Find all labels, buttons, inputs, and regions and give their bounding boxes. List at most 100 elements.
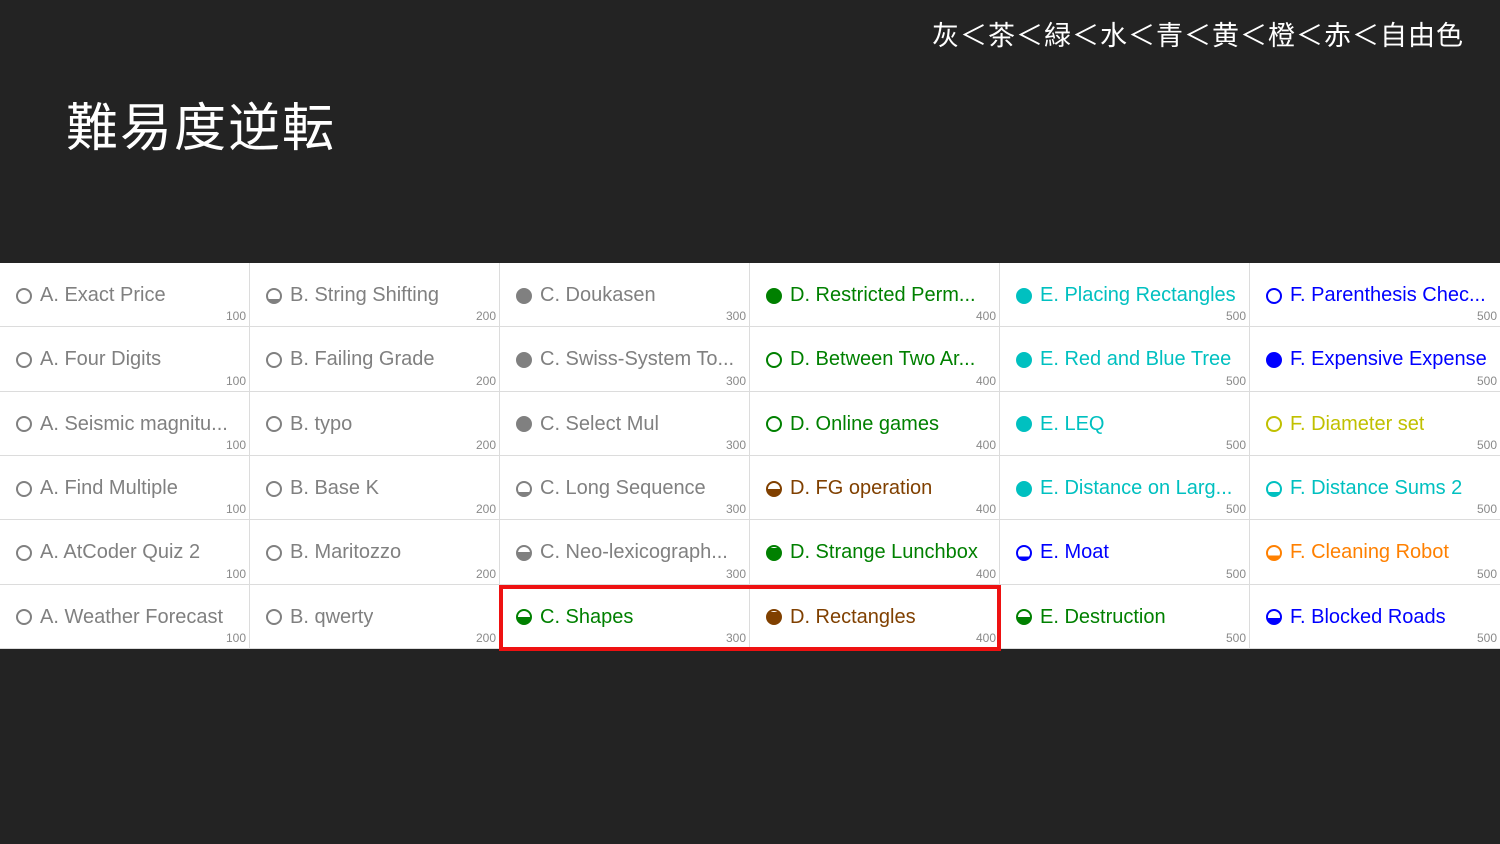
difficulty-circle-icon <box>1016 416 1032 433</box>
problem-cell[interactable]: F. Parenthesis Chec... 500 <box>1250 263 1500 328</box>
problem-link[interactable]: D. FG operation <box>766 477 985 500</box>
problem-cell[interactable]: B. Maritozzo 200 <box>250 520 500 585</box>
problem-link[interactable]: D. Between Two Ar... <box>766 348 985 371</box>
problem-cell[interactable]: E. Destruction 500 <box>1000 584 1250 649</box>
problem-points: 500 <box>1476 566 1497 581</box>
problem-name: F. Parenthesis Chec... <box>1290 284 1486 306</box>
problem-name: B. Base K <box>290 477 379 499</box>
problem-link[interactable]: D. Strange Lunchbox <box>766 541 985 564</box>
problem-link[interactable]: B. typo <box>266 413 485 436</box>
problem-cell[interactable]: E. Red and Blue Tree 500 <box>1000 327 1250 392</box>
problem-name: C. Shapes <box>540 605 634 628</box>
problem-cell[interactable]: A. Four Digits 100 <box>0 327 250 392</box>
problem-link[interactable]: A. Seismic magnitu... <box>16 413 235 436</box>
problem-cell[interactable]: F. Blocked Roads 500 <box>1250 585 1500 649</box>
problem-link[interactable]: A. AtCoder Quiz 2 <box>16 541 235 564</box>
problem-cell[interactable]: D. Restricted Perm... 400 <box>750 263 1000 328</box>
problem-link[interactable]: F. Cleaning Robot <box>1266 541 1486 564</box>
problem-link[interactable]: E. LEQ <box>1016 413 1235 436</box>
problem-link[interactable]: B. Maritozzo <box>266 541 485 564</box>
problem-link[interactable]: E. Moat <box>1016 541 1235 564</box>
problem-points: 500 <box>1476 502 1497 517</box>
problem-link[interactable]: C. Select Mul <box>516 413 735 436</box>
problem-cell[interactable]: B. qwerty 200 <box>250 584 500 649</box>
problem-cell[interactable]: A. Weather Forecast 100 <box>0 584 250 649</box>
problem-cell[interactable]: C. Select Mul 300 <box>500 391 750 456</box>
problem-name: A. Exact Price <box>40 284 166 306</box>
problem-cell[interactable]: E. Placing Rectangles 500 <box>1000 263 1250 328</box>
problem-points: 300 <box>725 309 746 324</box>
difficulty-circle-icon <box>516 287 532 304</box>
problem-link[interactable]: F. Expensive Expense <box>1266 348 1486 371</box>
problem-cell[interactable]: E. LEQ 500 <box>1000 391 1250 456</box>
problem-cell[interactable]: B. typo 200 <box>250 391 500 456</box>
problem-cell[interactable]: C. Neo-lexicograph... 300 <box>500 520 750 585</box>
problem-link[interactable]: F. Distance Sums 2 <box>1266 477 1486 500</box>
difficulty-circle-icon <box>516 416 532 433</box>
problem-cell[interactable]: F. Distance Sums 2 500 <box>1250 456 1500 521</box>
problem-cell[interactable]: E. Distance on Larg... 500 <box>1000 456 1250 521</box>
problem-cell[interactable]: D. Online games 400 <box>750 391 1000 456</box>
problem-link[interactable]: F. Blocked Roads <box>1266 606 1486 629</box>
problem-points: 200 <box>475 438 496 452</box>
problem-link[interactable]: E. Destruction <box>1016 606 1235 629</box>
problem-cell[interactable]: C. Swiss-System To... 300 <box>500 327 750 392</box>
problem-name: B. Maritozzo <box>290 541 402 564</box>
problem-link[interactable]: C. Shapes <box>516 606 735 629</box>
problem-link[interactable]: E. Distance on Larg... <box>1016 477 1235 500</box>
problem-cell[interactable]: D. Strange Lunchbox 400 <box>750 520 1000 585</box>
problem-cell[interactable]: C. Doukasen 300 <box>500 263 750 328</box>
problem-points: 300 <box>725 438 746 452</box>
problem-cell[interactable]: A. Find Multiple 100 <box>0 456 250 521</box>
problem-link[interactable]: B. qwerty <box>266 606 485 629</box>
difficulty-circle-icon <box>266 287 282 304</box>
problem-link[interactable]: B. String Shifting <box>266 284 485 307</box>
difficulty-circle-icon <box>1016 480 1032 497</box>
problem-link[interactable]: F. Parenthesis Chec... <box>1266 284 1486 307</box>
problem-points: 400 <box>975 438 996 452</box>
problem-link[interactable]: C. Neo-lexicograph... <box>516 541 735 564</box>
difficulty-circle-icon <box>266 609 282 626</box>
problem-link[interactable]: B. Failing Grade <box>266 348 485 371</box>
problem-points: 100 <box>225 502 246 517</box>
problem-link[interactable]: F. Diameter set <box>1266 413 1486 436</box>
problem-cell[interactable]: D. Between Two Ar... 400 <box>750 327 1000 392</box>
problem-name: C. Select Mul <box>540 412 659 435</box>
problem-link[interactable]: E. Red and Blue Tree <box>1016 348 1235 371</box>
problem-cell[interactable]: A. Exact Price 100 <box>0 263 250 328</box>
problem-cell[interactable]: B. Base K 200 <box>250 456 500 521</box>
problem-name: C. Doukasen <box>540 284 656 306</box>
difficulty-circle-icon <box>766 416 782 433</box>
problem-cell[interactable]: E. Moat 500 <box>1000 520 1250 585</box>
problem-link[interactable]: C. Long Sequence <box>516 477 735 500</box>
problem-cell[interactable]: B. String Shifting 200 <box>250 263 500 328</box>
difficulty-circle-icon <box>16 351 32 368</box>
problem-name: E. LEQ <box>1040 412 1105 435</box>
problem-link[interactable]: A. Four Digits <box>16 348 235 371</box>
problem-cell[interactable]: D. Rectangles 400 <box>750 584 1000 649</box>
problem-cell[interactable]: B. Failing Grade 200 <box>250 327 500 392</box>
problem-points: 200 <box>475 502 496 517</box>
problem-link[interactable]: B. Base K <box>266 477 485 500</box>
difficulty-circle-icon <box>516 609 532 626</box>
problem-link[interactable]: A. Find Multiple <box>16 477 235 500</box>
problem-link[interactable]: A. Weather Forecast <box>16 606 235 629</box>
problem-cell[interactable]: C. Long Sequence 300 <box>500 456 750 521</box>
problem-cell[interactable]: F. Diameter set 500 <box>1250 392 1500 456</box>
problem-cell[interactable]: C. Shapes 300 <box>500 584 750 649</box>
problem-cell[interactable]: F. Cleaning Robot 500 <box>1250 520 1500 585</box>
problem-link[interactable]: E. Placing Rectangles <box>1016 284 1235 307</box>
problem-cell[interactable]: A. AtCoder Quiz 2 100 <box>0 520 250 585</box>
problem-link[interactable]: C. Doukasen <box>516 284 735 307</box>
problem-link[interactable]: A. Exact Price <box>16 284 235 307</box>
difficulty-circle-icon <box>766 287 782 304</box>
problem-link[interactable]: D. Online games <box>766 413 985 436</box>
problem-link[interactable]: C. Swiss-System To... <box>516 348 735 371</box>
problem-cell[interactable]: D. FG operation 400 <box>750 456 1000 521</box>
problem-link[interactable]: D. Restricted Perm... <box>766 284 985 307</box>
problem-cell[interactable]: A. Seismic magnitu... 100 <box>0 391 250 456</box>
problem-points: 500 <box>1225 373 1246 388</box>
problem-link[interactable]: D. Rectangles <box>766 606 985 629</box>
problem-cell[interactable]: F. Expensive Expense 500 <box>1250 327 1500 392</box>
problem-name: D. Between Two Ar... <box>790 348 976 371</box>
